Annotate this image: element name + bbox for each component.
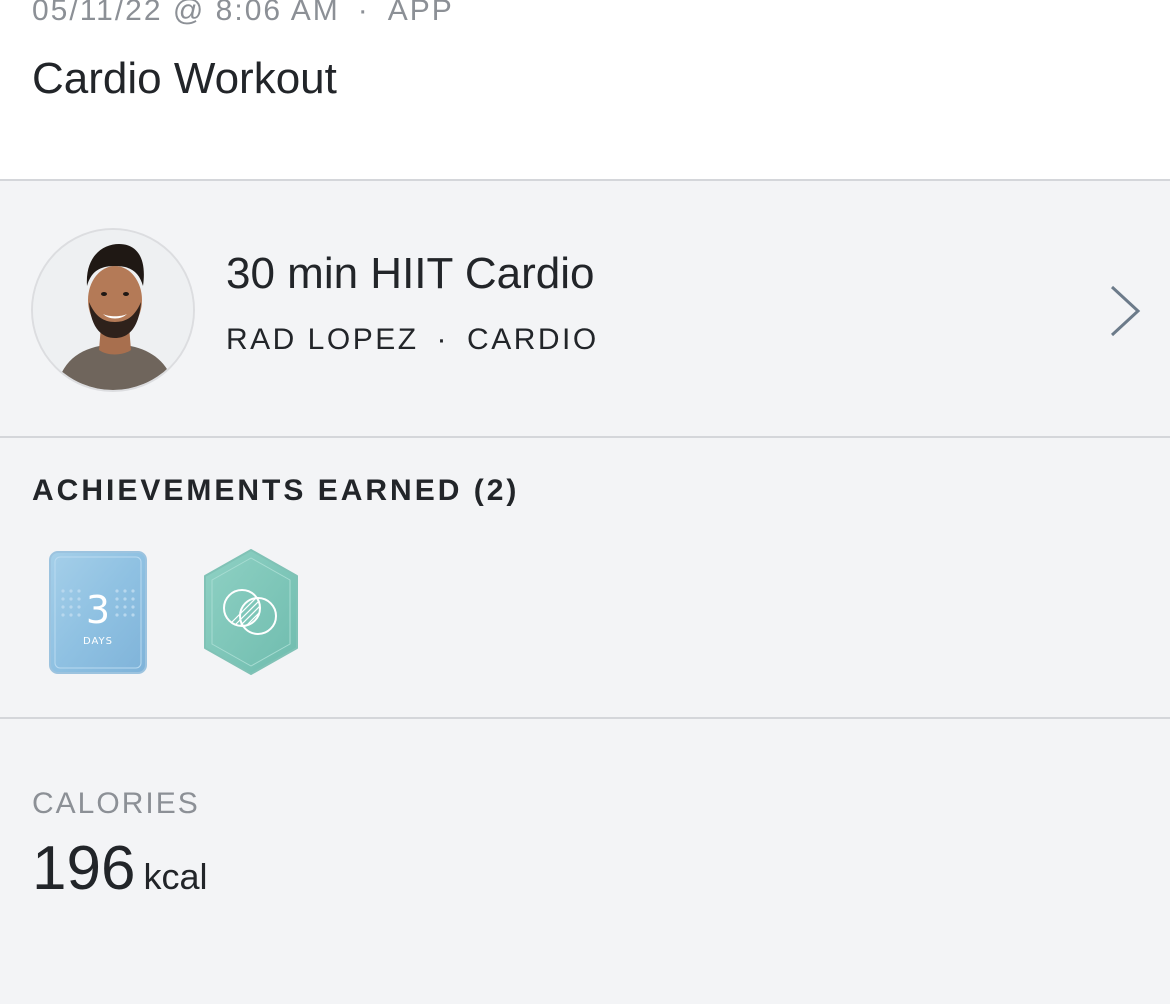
streak-3-days-badge-icon[interactable]: 3 DAYS	[49, 551, 147, 674]
workout-header: 05/11/22 @ 8:06 AM · APP Cardio Workout	[0, 0, 1170, 181]
calories-label: CALORIES	[32, 787, 200, 820]
venn-circles-badge-icon[interactable]	[202, 548, 300, 676]
instructor-avatar	[31, 228, 195, 392]
chevron-right-icon[interactable]	[1104, 283, 1144, 339]
workout-source: APP	[387, 0, 454, 27]
meta-separator: ·	[357, 0, 370, 27]
page-title: Cardio Workout	[32, 54, 337, 103]
calories-unit: kcal	[143, 856, 208, 897]
subtitle-separator: ·	[436, 323, 450, 356]
class-row[interactable]: 30 min HIIT Cardio RAD LOPEZ · CARDIO	[0, 183, 1170, 438]
achievements-heading: ACHIEVEMENTS EARNED (2)	[32, 474, 520, 507]
class-title: 30 min HIIT Cardio	[226, 249, 595, 298]
class-category: CARDIO	[467, 323, 599, 356]
calories-value: 196 kcal	[32, 833, 207, 904]
class-subtitle: RAD LOPEZ · CARDIO	[226, 323, 599, 357]
badge-streak-label: DAYS	[83, 636, 113, 647]
calories-number: 196	[32, 834, 136, 903]
calories-section: CALORIES 196 kcal	[0, 721, 1170, 1004]
workout-datetime: 05/11/22 @ 8:06 AM	[32, 0, 340, 27]
badge-streak-number: 3	[86, 588, 110, 632]
instructor-name: RAD LOPEZ	[226, 323, 419, 356]
workout-meta: 05/11/22 @ 8:06 AM · APP	[32, 0, 454, 28]
achievements-section: ACHIEVEMENTS EARNED (2) 3 DAYS	[0, 440, 1170, 719]
